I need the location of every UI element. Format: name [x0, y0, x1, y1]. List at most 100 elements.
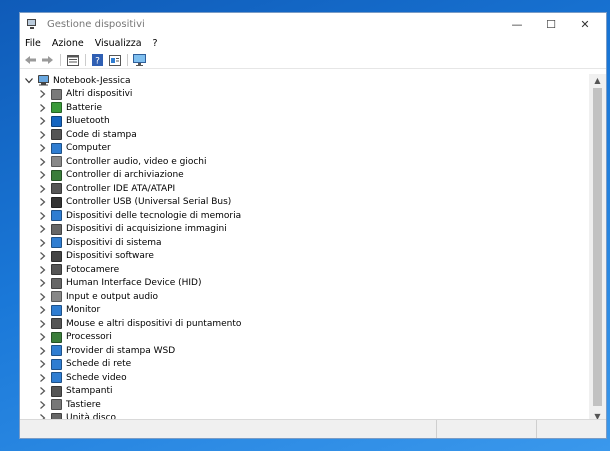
software-device-icon — [51, 250, 62, 262]
menu-visualizza[interactable]: Visualizza — [95, 38, 142, 49]
expand-chevron-icon[interactable] — [38, 116, 48, 126]
tree-item-label: Controller audio, video e giochi — [66, 156, 207, 167]
tree-item[interactable]: Processori — [20, 331, 589, 345]
tree-item[interactable]: Schede video — [20, 371, 589, 385]
tree-item[interactable]: Bluetooth — [20, 115, 589, 129]
tree-item[interactable]: Schede di rete — [20, 358, 589, 372]
tree-item[interactable]: Dispositivi delle tecnologie di memoria — [20, 209, 589, 223]
status-divider — [536, 420, 537, 438]
tree-item[interactable]: Controller di archiviazione — [20, 169, 589, 183]
bluetooth-icon — [51, 115, 62, 127]
maximize-button[interactable]: ☐ — [534, 13, 568, 35]
expand-chevron-icon[interactable] — [38, 130, 48, 140]
print-queue-icon — [51, 129, 62, 141]
back-button[interactable] — [23, 53, 38, 67]
toolbar-separator — [60, 54, 61, 66]
toolbar: ? — [20, 52, 606, 69]
tree-item-label: Tastiere — [66, 399, 101, 410]
expand-chevron-icon[interactable] — [38, 386, 48, 396]
tree-item[interactable]: Code di stampa — [20, 128, 589, 142]
tree-item[interactable]: Stampanti — [20, 385, 589, 399]
mouse-icon — [51, 318, 62, 330]
tree-item[interactable]: Computer — [20, 142, 589, 156]
tree-item-label: Computer — [66, 143, 111, 154]
scan-hardware-button[interactable] — [132, 53, 147, 67]
expand-chevron-icon[interactable] — [38, 184, 48, 194]
tree-root-item[interactable]: Notebook-Jessica — [20, 74, 589, 88]
device-manager-icon — [27, 18, 38, 30]
tree-item[interactable]: Controller USB (Universal Serial Bus) — [20, 196, 589, 210]
device-tree: Notebook-Jessica Altri dispositivi Batter… — [20, 74, 589, 422]
title-bar[interactable]: Gestione dispositivi — ☐ ✕ — [20, 13, 606, 35]
expand-chevron-icon[interactable] — [38, 265, 48, 275]
tree-item[interactable]: Batterie — [20, 101, 589, 115]
computer-root-icon — [38, 75, 49, 86]
monitor-icon — [51, 304, 62, 316]
scrollbar-thumb[interactable] — [593, 88, 602, 406]
expand-chevron-icon[interactable] — [38, 157, 48, 167]
expand-chevron-icon[interactable] — [38, 224, 48, 234]
tree-item[interactable]: Controller IDE ATA/ATAPI — [20, 182, 589, 196]
tree-item-label: Controller IDE ATA/ATAPI — [66, 183, 176, 194]
expand-chevron-icon[interactable] — [38, 359, 48, 369]
hid-icon — [51, 277, 62, 289]
audio-io-icon — [51, 291, 62, 303]
tree-item-label: Controller di archiviazione — [66, 170, 184, 181]
minimize-button[interactable]: — — [500, 13, 534, 35]
tree-item[interactable]: Mouse e altri dispositivi di puntamento — [20, 317, 589, 331]
battery-icon — [51, 102, 62, 114]
back-arrow-icon — [25, 56, 36, 64]
forward-arrow-icon — [42, 56, 53, 64]
collapse-chevron-icon[interactable] — [24, 76, 34, 86]
update-driver-button[interactable] — [107, 53, 122, 67]
tree-item[interactable]: Provider di stampa WSD — [20, 344, 589, 358]
properties-button[interactable] — [65, 53, 80, 67]
tree-item[interactable]: Fotocamere — [20, 263, 589, 277]
tree-item[interactable]: Tastiere — [20, 398, 589, 412]
expand-chevron-icon[interactable] — [38, 170, 48, 180]
tree-item[interactable]: Dispositivi di sistema — [20, 236, 589, 250]
expand-chevron-icon[interactable] — [38, 238, 48, 248]
expand-chevron-icon[interactable] — [38, 211, 48, 221]
processor-icon — [51, 331, 62, 343]
device-manager-window: Gestione dispositivi — ☐ ✕ File Azione V… — [19, 12, 607, 439]
scroll-up-button[interactable]: ▲ — [589, 74, 606, 86]
tree-item[interactable]: Dispositivi di acquisizione immagini — [20, 223, 589, 237]
menu-azione[interactable]: Azione — [52, 38, 84, 49]
status-divider — [436, 420, 437, 438]
tree-item[interactable]: Monitor — [20, 304, 589, 318]
expand-chevron-icon[interactable] — [38, 251, 48, 261]
expand-chevron-icon[interactable] — [38, 373, 48, 383]
tree-item[interactable]: Altri dispositivi — [20, 88, 589, 102]
expand-chevron-icon[interactable] — [38, 305, 48, 315]
menu-file[interactable]: File — [25, 38, 41, 49]
tree-item[interactable]: Dispositivi software — [20, 250, 589, 264]
expand-chevron-icon[interactable] — [38, 89, 48, 99]
expand-chevron-icon[interactable] — [38, 197, 48, 207]
tree-item-label: Altri dispositivi — [66, 89, 133, 100]
display-adapter-icon — [51, 372, 62, 384]
vertical-scrollbar[interactable]: ▲ ▼ — [589, 74, 606, 422]
help-button[interactable]: ? — [90, 53, 105, 67]
expand-chevron-icon[interactable] — [38, 332, 48, 342]
tree-item-label: Stampanti — [66, 386, 113, 397]
expand-chevron-icon[interactable] — [38, 319, 48, 329]
forward-button[interactable] — [40, 53, 55, 67]
tree-item[interactable]: Human Interface Device (HID) — [20, 277, 589, 291]
expand-chevron-icon[interactable] — [38, 103, 48, 113]
expand-chevron-icon[interactable] — [38, 278, 48, 288]
tree-item-label: Dispositivi di acquisizione immagini — [66, 224, 227, 235]
tree-item-label: Schede video — [66, 372, 127, 383]
expand-chevron-icon[interactable] — [38, 292, 48, 302]
keyboard-icon — [51, 399, 62, 411]
expand-chevron-icon[interactable] — [38, 143, 48, 153]
expand-chevron-icon[interactable] — [38, 400, 48, 410]
toolbar-separator — [85, 54, 86, 66]
menu-help[interactable]: ? — [153, 38, 158, 49]
tree-item[interactable]: Input e output audio — [20, 290, 589, 304]
tree-item-label: Human Interface Device (HID) — [66, 278, 202, 289]
network-adapter-icon — [51, 358, 62, 370]
tree-item[interactable]: Controller audio, video e giochi — [20, 155, 589, 169]
expand-chevron-icon[interactable] — [38, 346, 48, 356]
close-button[interactable]: ✕ — [568, 13, 602, 35]
